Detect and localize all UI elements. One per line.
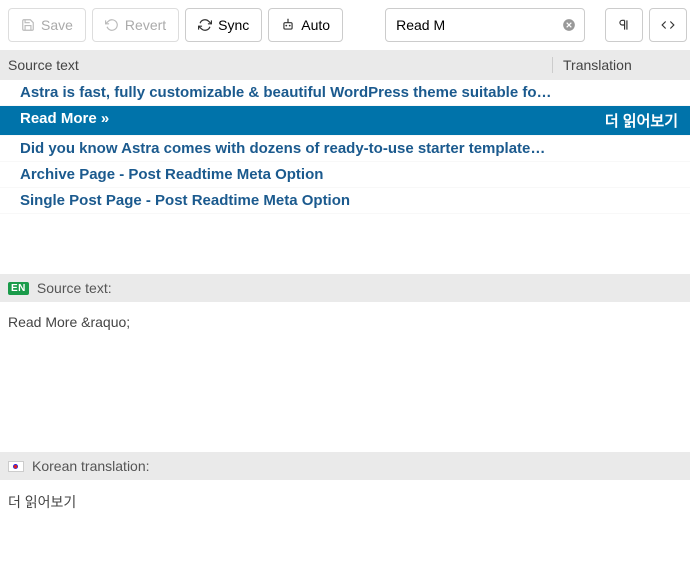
row-translation [552,166,682,183]
sync-button[interactable]: Sync [185,8,262,42]
translation-panel-label: Korean translation: [32,458,150,474]
pilcrow-icon [617,18,631,32]
translation-panel-body[interactable]: 더 읽어보기 [0,480,690,524]
save-label: Save [41,17,73,33]
table-row[interactable]: Archive Page - Post Readtime Meta Option [0,162,690,188]
revert-button[interactable]: Revert [92,8,179,42]
auto-label: Auto [301,17,330,33]
revert-label: Revert [125,17,166,33]
table-row[interactable]: Did you know Astra comes with dozens of … [0,136,690,162]
table-header: Source text Translation [0,50,690,80]
table-row[interactable]: Read More »더 읽어보기 [0,106,690,136]
clear-search-icon[interactable] [561,17,577,33]
pilcrow-button[interactable] [605,8,643,42]
rows-list: Astra is fast, fully customizable & beau… [0,80,690,214]
code-icon [661,18,675,32]
sync-icon [198,18,212,32]
search-wrap [385,8,585,42]
row-source: Single Post Page - Post Readtime Meta Op… [20,192,552,209]
robot-icon [281,18,295,32]
lang-badge-en: EN [8,282,29,295]
translation-panel-header: Korean translation: [0,452,690,480]
row-source: Read More » [20,110,552,131]
search-input[interactable] [385,8,585,42]
row-translation [552,140,682,157]
column-source: Source text [8,57,552,73]
auto-button[interactable]: Auto [268,8,343,42]
row-translation [552,192,682,209]
save-icon [21,18,35,32]
view-buttons [605,8,687,42]
source-panel-label: Source text: [37,280,112,296]
row-translation [552,84,682,101]
sync-label: Sync [218,17,249,33]
toolbar: Save Revert Sync Auto [0,0,690,50]
code-view-button[interactable] [649,8,687,42]
revert-icon [105,18,119,32]
source-panel-header: EN Source text: [0,274,690,302]
row-translation: 더 읽어보기 [552,110,682,131]
column-translation: Translation [552,57,682,73]
row-source: Archive Page - Post Readtime Meta Option [20,166,552,183]
spacer [0,214,690,274]
row-source: Did you know Astra comes with dozens of … [20,140,552,157]
table-row[interactable]: Astra is fast, fully customizable & beau… [0,80,690,106]
flag-kr-icon [8,461,24,472]
table-row[interactable]: Single Post Page - Post Readtime Meta Op… [0,188,690,214]
row-source: Astra is fast, fully customizable & beau… [20,84,552,101]
source-panel-body[interactable]: Read More &raquo; [0,302,690,452]
save-button[interactable]: Save [8,8,86,42]
